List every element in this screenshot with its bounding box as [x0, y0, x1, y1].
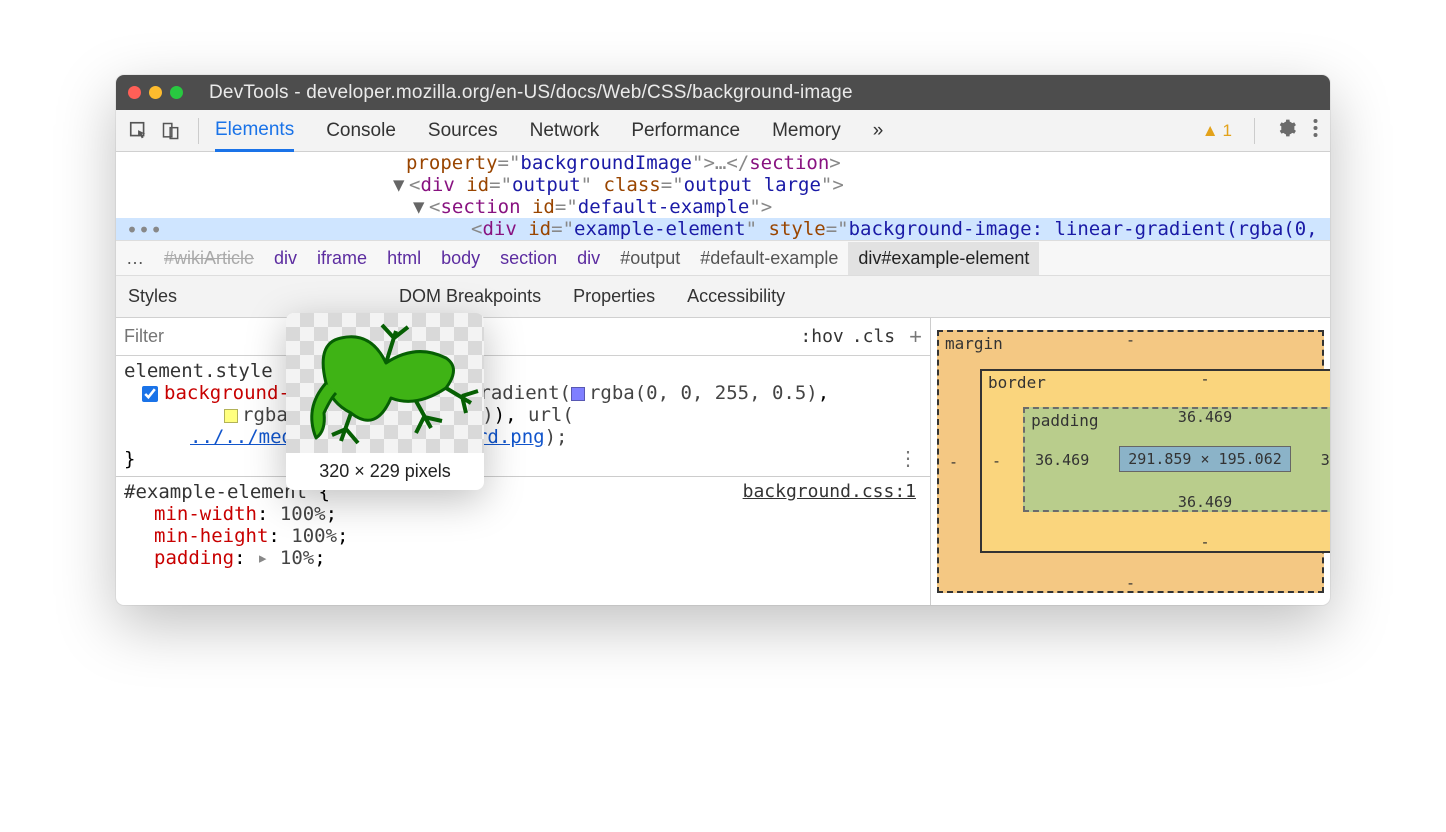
- style-rule-block[interactable]: element.style { ⋮ background-image: line…: [116, 356, 930, 477]
- dom-node[interactable]: ▼<section id="default-example">: [116, 196, 1330, 218]
- subtab-properties[interactable]: Properties: [573, 286, 655, 307]
- image-preview-thumbnail: [286, 313, 484, 453]
- padding-label: padding: [1031, 411, 1098, 430]
- new-style-rule-button[interactable]: +: [909, 324, 922, 350]
- breadcrumb-item[interactable]: div: [264, 242, 307, 275]
- main-toolbar: Elements Console Sources Network Perform…: [116, 110, 1330, 152]
- padding-left-value: 36.469: [1035, 451, 1089, 469]
- property-enable-checkbox[interactable]: [142, 386, 158, 402]
- dom-tree[interactable]: property="backgroundImage">…</section> ▼…: [116, 152, 1330, 240]
- breadcrumb-item[interactable]: iframe: [307, 242, 377, 275]
- breadcrumb-overflow[interactable]: …: [116, 242, 154, 275]
- computed-pane: margin - - border - - padding 36.469 36.…: [930, 318, 1330, 605]
- tab-sources[interactable]: Sources: [428, 110, 498, 151]
- zoom-window-button[interactable]: [170, 86, 183, 99]
- box-model-diagram[interactable]: margin - - border - - padding 36.469 36.…: [937, 330, 1324, 593]
- padding-bottom-value: 36.469: [1025, 494, 1330, 511]
- subtab-accessibility[interactable]: Accessibility: [687, 286, 785, 307]
- inspect-icon[interactable]: [128, 120, 150, 142]
- tab-memory[interactable]: Memory: [772, 110, 841, 151]
- styles-filterbar: :hov .cls +: [116, 318, 930, 356]
- breadcrumb-item[interactable]: section: [490, 242, 567, 275]
- styles-tabbar: Styles DOM Breakpoints Properties Access…: [116, 276, 1330, 318]
- breadcrumb-item[interactable]: html: [377, 242, 431, 275]
- expand-ellipsis-icon[interactable]: •••: [126, 218, 162, 242]
- color-swatch-icon[interactable]: [571, 387, 585, 401]
- titlebar: DevTools - developer.mozilla.org/en-US/d…: [116, 75, 1330, 110]
- devtools-window: DevTools - developer.mozilla.org/en-US/d…: [116, 75, 1330, 605]
- lizard-icon: [286, 313, 484, 453]
- settings-gear-icon[interactable]: [1277, 118, 1297, 143]
- breadcrumb-item[interactable]: div: [567, 242, 610, 275]
- border-label: border: [988, 373, 1046, 392]
- cls-toggle[interactable]: .cls: [852, 326, 895, 347]
- more-menu-icon[interactable]: [1313, 118, 1318, 143]
- breadcrumb-item-selected[interactable]: div#example-element: [848, 242, 1039, 275]
- breadcrumb-item[interactable]: body: [431, 242, 490, 275]
- source-file-link[interactable]: background.css:1: [743, 481, 916, 502]
- more-actions-icon[interactable]: ⋮: [898, 446, 918, 470]
- image-preview-popover: 320 × 229 pixels: [286, 313, 484, 490]
- close-window-button[interactable]: [128, 86, 141, 99]
- breadcrumb-item[interactable]: #default-example: [690, 242, 848, 275]
- window-title: DevTools - developer.mozilla.org/en-US/d…: [209, 82, 853, 104]
- breadcrumb-item[interactable]: #output: [610, 242, 690, 275]
- dom-node-selected[interactable]: ••• <div id="example-element" style="bac…: [116, 218, 1330, 240]
- hov-toggle[interactable]: :hov: [800, 326, 843, 347]
- tab-elements[interactable]: Elements: [215, 111, 294, 152]
- style-rule-block[interactable]: background.css:1 #example-element { min-…: [116, 477, 930, 569]
- dom-node[interactable]: ▼<div id="output" class="output large">: [116, 174, 1330, 196]
- margin-label: margin: [945, 334, 1003, 353]
- tab-network[interactable]: Network: [530, 110, 600, 151]
- breadcrumb-item[interactable]: #wikiArticle: [154, 242, 264, 275]
- color-swatch-icon[interactable]: [224, 409, 238, 423]
- styles-pane: :hov .cls + element.style { ⋮ background…: [116, 318, 930, 605]
- traffic-lights: [128, 86, 183, 99]
- subtab-styles[interactable]: Styles: [128, 286, 177, 307]
- tab-console[interactable]: Console: [326, 110, 396, 151]
- warnings-badge[interactable]: ▲ 1: [1202, 121, 1232, 141]
- subtab-dom-breakpoints[interactable]: DOM Breakpoints: [399, 286, 541, 307]
- dom-node[interactable]: property="backgroundImage">…</section>: [116, 152, 1330, 174]
- device-toggle-icon[interactable]: [160, 120, 182, 142]
- minimize-window-button[interactable]: [149, 86, 162, 99]
- separator: [1254, 118, 1255, 144]
- panel-tabs: Elements Console Sources Network Perform…: [215, 110, 1192, 151]
- breadcrumb: … #wikiArticle div iframe html body sect…: [116, 240, 1330, 276]
- image-dimensions-label: 320 × 229 pixels: [286, 453, 484, 490]
- padding-right-value: 36.469: [1321, 451, 1330, 469]
- separator: [198, 118, 199, 144]
- warnings-count: 1: [1223, 121, 1232, 141]
- tab-overflow[interactable]: »: [873, 110, 884, 151]
- tab-performance[interactable]: Performance: [631, 110, 740, 151]
- content-dimensions: 291.859 × 195.062: [1119, 446, 1291, 472]
- toolbar-right-icons: ▲ 1: [1202, 118, 1318, 144]
